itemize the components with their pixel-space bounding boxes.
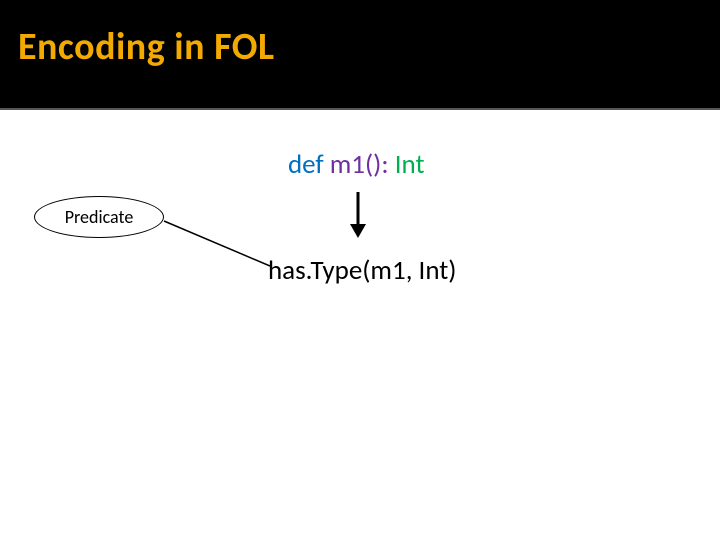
fol-expression: has.Type(m1, Int): [268, 254, 457, 287]
title-bar: Encoding in FOL: [0, 0, 720, 108]
title-underline: [0, 108, 720, 110]
predicate-oval: Predicate: [34, 196, 164, 238]
type-int: Int: [395, 148, 425, 181]
predicate-label: Predicate: [65, 206, 134, 228]
page-title: Encoding in FOL: [18, 24, 720, 70]
code-definition: def m1(): Int: [288, 148, 425, 181]
keyword-def: def: [288, 148, 330, 181]
down-arrow-icon: [350, 192, 366, 238]
ident-m1: m1():: [330, 148, 389, 181]
